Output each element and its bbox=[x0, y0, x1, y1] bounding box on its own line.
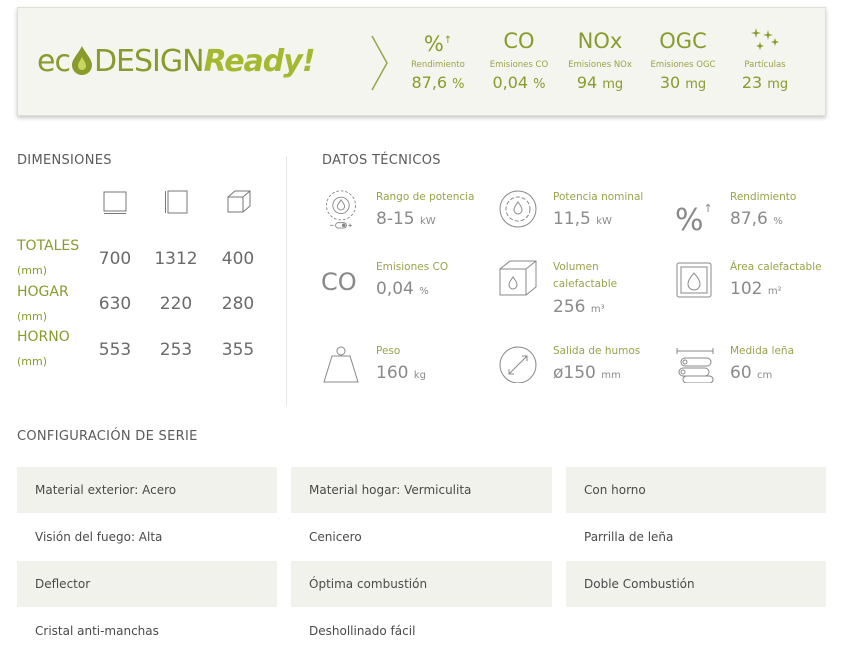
config-item: Deshollinado fácil bbox=[309, 624, 416, 638]
eco-stat-value: 0,04 % bbox=[492, 73, 546, 92]
dim-row-unit: (mm) bbox=[17, 264, 48, 277]
tech-item-emisiones-co: CO Emisiones CO 0,04 % bbox=[321, 259, 491, 329]
dim-row-unit: (mm) bbox=[17, 355, 48, 368]
efficiency-icon: %↑ bbox=[675, 202, 713, 238]
eco-stat-label: Rendimiento bbox=[411, 60, 465, 70]
eco-stat-rendimiento: %↑ Rendimiento 87,6 % bbox=[398, 26, 478, 92]
weight-icon bbox=[323, 346, 359, 383]
tech-label: Emisiones CO bbox=[376, 261, 449, 273]
tech-item-rango-potencia: Rango de potencia 8-15 kW bbox=[321, 189, 491, 259]
co-emissions-icon: CO bbox=[321, 268, 357, 296]
tech-label: Peso bbox=[376, 345, 401, 357]
percent-up-icon: %↑ bbox=[423, 32, 453, 56]
eco-stat-nox: NOx Emisiones NOx 94 mg bbox=[560, 26, 640, 92]
eco-stat-label: Emisiones CO bbox=[489, 60, 549, 70]
depth-icon bbox=[227, 190, 251, 213]
chevron-right-icon bbox=[371, 35, 388, 91]
eco-stat-value: 23 mg bbox=[741, 73, 789, 92]
config-item: Cristal anti-manchas bbox=[35, 624, 159, 638]
config-item: Visión del fuego: Alta bbox=[35, 530, 163, 544]
dim-value: 253 bbox=[159, 340, 193, 360]
dim-value: 355 bbox=[221, 340, 255, 360]
tech-value: 8-15 kW bbox=[376, 209, 436, 229]
config-item: Deflector bbox=[17, 561, 277, 607]
tech-label: Volumen calefactable bbox=[553, 261, 618, 290]
tech-item-peso: Peso 160 kg bbox=[321, 343, 491, 413]
width-icon bbox=[103, 191, 127, 214]
eco-stat-label: Partículas bbox=[744, 60, 786, 70]
dimensions-title: DIMENSIONES bbox=[17, 153, 112, 168]
tech-value: 60 cm bbox=[730, 363, 773, 383]
config-title: CONFIGURACIÓN DE SERIE bbox=[17, 429, 198, 444]
section-divider bbox=[286, 156, 287, 406]
tech-value: 87,6 % bbox=[730, 209, 783, 229]
logo-text-ready: Ready! bbox=[203, 44, 316, 79]
dim-row-label-horno: HORNO bbox=[17, 329, 70, 345]
config-item: Material hogar: Vermiculita bbox=[291, 467, 552, 513]
nominal-power-icon bbox=[499, 190, 537, 228]
dim-value: 280 bbox=[221, 294, 255, 314]
eco-stat-co: CO Emisiones CO 0,04 % bbox=[479, 26, 559, 92]
tech-title: DATOS TÉCNICOS bbox=[322, 153, 441, 168]
tech-value: 160 kg bbox=[376, 363, 426, 383]
ecodesign-banner: ec DESIGNReady! %↑ Rendimiento 87,6 % CO… bbox=[17, 7, 826, 116]
tech-label: Salida de humos bbox=[553, 345, 641, 357]
config-item: Parrilla de leña bbox=[584, 530, 674, 544]
co-icon: CO bbox=[503, 29, 535, 53]
tech-label: Rango de potencia bbox=[376, 191, 475, 203]
eco-stat-ogc: OGC Emisiones OGC 30 mg bbox=[643, 26, 723, 92]
tech-value: 256 m³ bbox=[553, 297, 605, 317]
eco-stat-value: 30 mg bbox=[659, 73, 707, 92]
dim-value: 400 bbox=[221, 249, 255, 269]
tech-label: Rendimiento bbox=[730, 191, 797, 203]
flame-drop-icon bbox=[71, 46, 92, 75]
tech-value: 0,04 % bbox=[376, 279, 429, 299]
dim-value: 1312 bbox=[154, 249, 198, 269]
config-item: Doble Combustión bbox=[566, 561, 826, 607]
particles-icon bbox=[725, 26, 805, 56]
area-icon bbox=[676, 262, 712, 298]
dim-row-unit: (mm) bbox=[17, 310, 48, 323]
logo-text-eco: ec bbox=[37, 44, 71, 79]
tech-label: Área calefactable bbox=[730, 261, 822, 273]
tech-value: ø150 mm bbox=[553, 363, 621, 383]
volume-icon bbox=[499, 260, 537, 296]
ecodesign-logo: ec DESIGNReady! bbox=[37, 44, 316, 84]
eco-stats: %↑ Rendimiento 87,6 % CO Emisiones CO 0,… bbox=[398, 26, 818, 106]
tech-value: 11,5 kW bbox=[553, 209, 612, 229]
dim-value: 553 bbox=[98, 340, 132, 360]
tech-item-medida-lena: Medida leña 60 cm bbox=[675, 343, 845, 413]
tech-item-volumen: Volumen calefactable 256 m³ bbox=[498, 259, 668, 329]
dim-value: 220 bbox=[159, 294, 193, 314]
tech-item-salida-humos: Salida de humos ø150 mm bbox=[498, 343, 668, 413]
tech-value: 102 m² bbox=[730, 279, 782, 299]
dim-value: 700 bbox=[98, 249, 132, 269]
height-icon bbox=[165, 190, 188, 214]
tech-label: Medida leña bbox=[730, 345, 795, 357]
config-item: Cenicero bbox=[309, 530, 362, 544]
tech-item-rendimiento: %↑ Rendimiento 87,6 % bbox=[675, 189, 845, 259]
flue-outlet-icon bbox=[499, 346, 537, 383]
eco-stat-value: 94 mg bbox=[576, 73, 624, 92]
power-range-icon bbox=[326, 190, 356, 229]
ogc-icon: OGC bbox=[659, 29, 707, 53]
tech-label: Potencia nominal bbox=[553, 191, 644, 203]
eco-stat-label: Emisiones OGC bbox=[650, 60, 716, 70]
config-item: Óptima combustión bbox=[291, 561, 552, 607]
nox-icon: NOx bbox=[577, 29, 623, 53]
log-length-icon bbox=[676, 348, 714, 383]
logo-text-design: DESIGN bbox=[93, 44, 205, 79]
dim-value: 630 bbox=[98, 294, 132, 314]
dim-row-label-hogar: HOGAR bbox=[17, 284, 69, 300]
dim-row-label-totales: TOTALES bbox=[17, 238, 80, 254]
tech-item-area: Área calefactable 102 m² bbox=[675, 259, 845, 329]
config-item: Material exterior: Acero bbox=[17, 467, 277, 513]
eco-stat-particulas: Partículas 23 mg bbox=[725, 26, 805, 92]
eco-stat-label: Emisiones NOx bbox=[568, 60, 632, 70]
config-item: Con horno bbox=[566, 467, 826, 513]
tech-item-potencia-nominal: Potencia nominal 11,5 kW bbox=[498, 189, 668, 259]
eco-stat-value: 87,6 % bbox=[411, 73, 465, 92]
